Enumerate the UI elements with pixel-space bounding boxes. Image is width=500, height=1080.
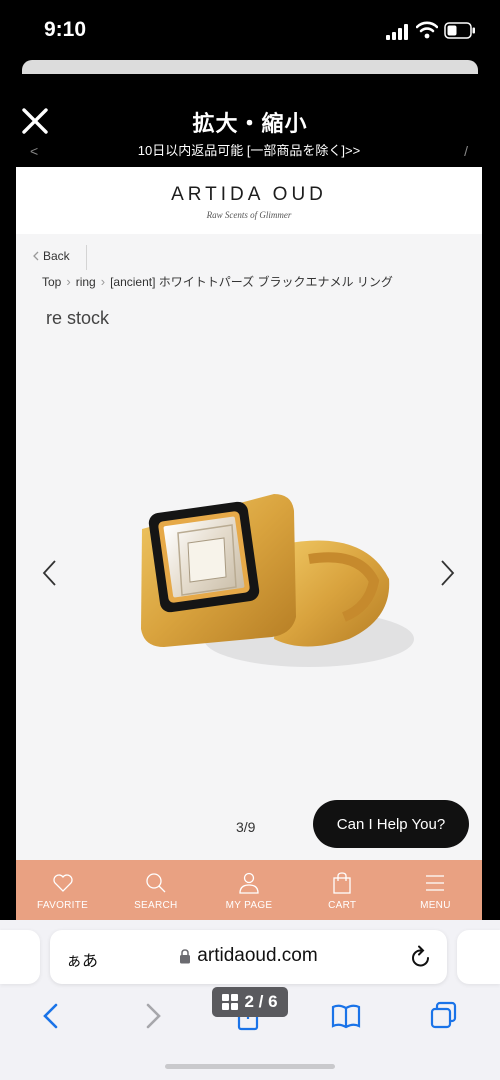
brand-header: ARTIDA OUD Raw Scents of Glimmer	[16, 167, 482, 234]
sheet-top-edge	[22, 60, 478, 74]
status-bar: 9:10	[0, 0, 500, 60]
brand-tagline: Raw Scents of Glimmer	[206, 210, 292, 220]
bookmarks-icon[interactable]	[330, 1000, 362, 1032]
status-time: 9:10	[44, 18, 87, 41]
nav-label: MY PAGE	[225, 900, 273, 911]
wifi-icon	[416, 21, 438, 39]
promo-banner[interactable]: < 10日以内返品可能 [一部商品を除く]>> /	[16, 144, 482, 167]
breadcrumb-ring[interactable]: ring	[76, 275, 96, 289]
nav-cart[interactable]: CART	[296, 860, 389, 920]
breadcrumb-current: [ancient] ホワイトトパーズ ブラックエナメル リング	[110, 275, 393, 289]
web-page: ARTIDA OUD Raw Scents of Glimmer Back To…	[16, 167, 482, 860]
nav-favorite[interactable]: FAVORITE	[16, 860, 109, 920]
user-icon	[239, 872, 259, 894]
image-counter: 3/9	[236, 819, 256, 835]
nav-label: SEARCH	[134, 900, 178, 911]
breadcrumb-top[interactable]: Top	[42, 275, 61, 289]
promo-text[interactable]: 10日以内返品可能 [一部商品を除く]>>	[16, 144, 482, 158]
stock-label: re stock	[46, 308, 110, 328]
cellular-signal-icon	[386, 24, 408, 40]
lock-icon	[180, 948, 191, 963]
url-text: artidaoud.com	[197, 945, 318, 966]
brand-logo[interactable]: ARTIDA OUD	[16, 184, 482, 206]
chevron-right-icon[interactable]	[437, 558, 457, 588]
viewer-title: 拡大・縮小	[192, 111, 308, 136]
nav-my-page[interactable]: MY PAGE	[202, 860, 295, 920]
menu-icon	[426, 875, 445, 891]
help-chat-button[interactable]: Can I Help You?	[313, 800, 469, 848]
chevron-left-icon	[33, 251, 39, 261]
heart-icon	[52, 874, 73, 892]
site-bottom-nav: FAVORITE SEARCH MY PAGE CART MENU	[16, 860, 482, 920]
url-display[interactable]: artidaoud.com	[50, 945, 447, 967]
battery-icon	[444, 22, 475, 39]
back-icon[interactable]	[36, 1000, 68, 1032]
next-tab-preview[interactable]	[457, 930, 500, 984]
breadcrumb: Top › ring › [ancient] ホワイトトパーズ ブラックエナメル…	[42, 273, 393, 290]
page-indicator-text: 2 / 6	[244, 992, 278, 1011]
back-link[interactable]: Back	[32, 249, 70, 263]
promo-next-chevron[interactable]: /	[464, 144, 468, 158]
home-indicator	[165, 1064, 335, 1069]
nav-search[interactable]: SEARCH	[109, 860, 202, 920]
nav-label: FAVORITE	[37, 900, 89, 911]
address-bar[interactable]: ぁあ artidaoud.com	[50, 930, 447, 984]
breadcrumb-separator: ›	[66, 274, 71, 289]
page-indicator: 2 / 6	[212, 987, 288, 1017]
nav-menu[interactable]: MENU	[389, 860, 482, 920]
nav-label: MENU	[420, 900, 451, 911]
chevron-left-icon[interactable]	[40, 558, 60, 588]
forward-icon[interactable]	[136, 1000, 168, 1032]
divider	[86, 245, 87, 270]
nav-label: CART	[328, 900, 357, 911]
viewer-header: 拡大・縮小	[0, 74, 500, 144]
tabs-icon[interactable]	[428, 1000, 460, 1032]
phone-screen: 9:10 拡大・縮小 < 10日以内返品可能 [一部商品を除く]>> / ART…	[0, 0, 500, 1080]
reload-icon[interactable]	[409, 944, 433, 970]
previous-tab-preview[interactable]	[0, 930, 40, 984]
grid-icon	[222, 994, 239, 1010]
search-icon	[146, 873, 166, 893]
breadcrumb-separator: ›	[100, 274, 106, 289]
product-image-ring[interactable]	[124, 489, 414, 679]
browser-chrome: ぁあ artidaoud.com 2 / 6	[0, 920, 500, 1080]
bag-icon	[333, 872, 351, 894]
back-label: Back	[43, 249, 70, 263]
